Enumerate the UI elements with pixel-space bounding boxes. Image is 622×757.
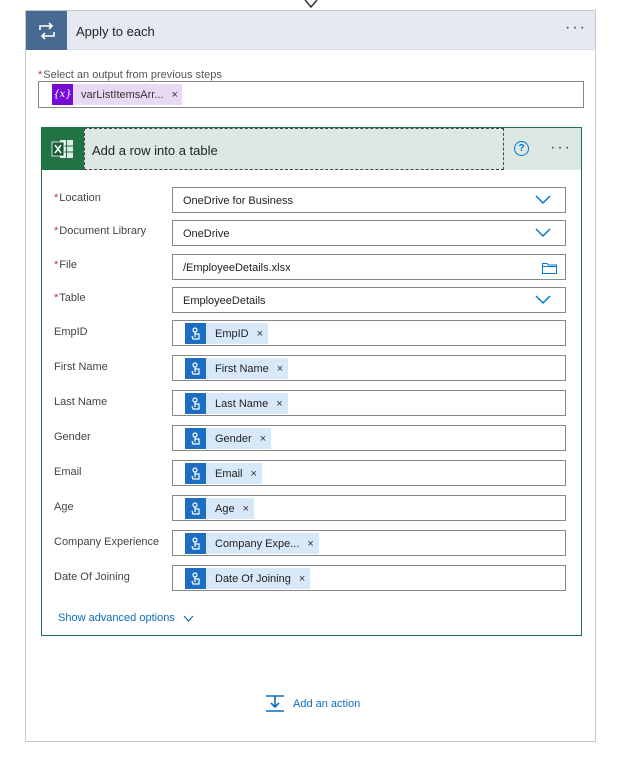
empid-label: EmpID (54, 326, 88, 338)
remove-token-icon[interactable]: × (243, 503, 249, 515)
chevron-down-icon (535, 195, 551, 205)
dynamic-content-token[interactable]: Age × (185, 498, 255, 519)
dynamic-content-token[interactable]: EmpID × (185, 323, 269, 344)
first-name-label: First Name (54, 361, 108, 373)
touch-icon (185, 428, 206, 449)
apply-to-each-title: Apply to each (76, 24, 155, 39)
dynamic-content-token[interactable]: Gender × (185, 428, 272, 449)
add-row-action-card: Add a row into a table ? ··· *Location O… (41, 127, 582, 636)
remove-token-icon[interactable]: × (257, 328, 263, 340)
company-experience-label: Company Experience (54, 536, 160, 548)
remove-token-icon[interactable]: × (276, 398, 282, 410)
remove-token-icon[interactable]: × (299, 573, 305, 585)
date-of-joining-input[interactable]: Date Of Joining × (172, 565, 566, 591)
apply-to-each-card: Apply to each ··· *Select an output from… (25, 10, 596, 742)
email-input[interactable]: Email × (172, 460, 566, 486)
file-label: *File (54, 259, 78, 271)
company-experience-input[interactable]: Company Expe... × (172, 530, 566, 556)
table-label: *Table (54, 292, 86, 304)
last-name-label: Last Name (54, 396, 108, 408)
touch-icon (185, 323, 206, 344)
action-title-area[interactable]: Add a row into a table (84, 128, 504, 170)
folder-icon[interactable] (542, 262, 557, 274)
table-dropdown[interactable]: EmployeeDetails (172, 287, 566, 313)
first-name-input[interactable]: First Name × (172, 355, 566, 381)
empid-input[interactable]: EmpID × (172, 320, 566, 346)
dynamic-content-token[interactable]: Date Of Joining × (185, 568, 311, 589)
touch-icon (185, 568, 206, 589)
loop-icon (26, 11, 67, 50)
more-options-icon[interactable]: ··· (565, 20, 587, 36)
chevron-down-icon (535, 228, 551, 238)
add-action-icon (266, 695, 284, 712)
more-options-icon[interactable]: ··· (550, 140, 572, 156)
dynamic-content-token[interactable]: Company Expe... × (185, 533, 319, 554)
file-input[interactable]: /EmployeeDetails.xlsx (172, 254, 566, 280)
apply-to-each-header[interactable]: Apply to each ··· (26, 11, 595, 50)
gender-input[interactable]: Gender × (172, 425, 566, 451)
remove-token-icon[interactable]: × (260, 433, 266, 445)
touch-icon (185, 533, 206, 554)
remove-token-icon[interactable]: × (251, 468, 257, 480)
document-library-label: *Document Library (54, 225, 147, 237)
last-name-input[interactable]: Last Name × (172, 390, 566, 416)
remove-token-icon[interactable]: × (277, 363, 283, 375)
gender-label: Gender (54, 431, 91, 443)
touch-icon (185, 463, 206, 484)
remove-token-icon[interactable]: × (307, 538, 313, 550)
document-library-dropdown[interactable]: OneDrive (172, 220, 566, 246)
excel-icon (42, 128, 84, 170)
dynamic-content-token[interactable]: Last Name × (185, 393, 288, 414)
show-advanced-options-link[interactable]: Show advanced options (58, 612, 194, 624)
add-an-action-button[interactable]: Add an action (265, 695, 360, 713)
date-of-joining-label: Date Of Joining (54, 571, 130, 583)
help-icon[interactable]: ? (514, 141, 529, 156)
variable-icon: {x} (52, 84, 73, 105)
select-output-label: *Select an output from previous steps (38, 69, 222, 81)
touch-icon (185, 498, 206, 519)
select-output-input[interactable]: {x} varListItemsArr... × (38, 81, 584, 108)
location-dropdown[interactable]: OneDrive for Business (172, 187, 566, 213)
dynamic-content-token[interactable]: First Name × (185, 358, 289, 379)
connector-arrow-icon (304, 0, 318, 9)
email-label: Email (54, 466, 82, 478)
age-input[interactable]: Age × (172, 495, 566, 521)
touch-icon (185, 358, 206, 379)
variable-token[interactable]: {x} varListItemsArr... × (52, 84, 182, 105)
action-title: Add a row into a table (92, 143, 218, 158)
dynamic-content-token[interactable]: Email × (185, 463, 262, 484)
chevron-down-icon (535, 295, 551, 305)
chevron-down-icon (183, 615, 194, 622)
add-row-action-header[interactable]: Add a row into a table ? ··· (42, 128, 581, 170)
age-label: Age (54, 501, 74, 513)
touch-icon (185, 393, 206, 414)
location-label: *Location (54, 192, 101, 204)
remove-token-icon[interactable]: × (172, 89, 178, 101)
